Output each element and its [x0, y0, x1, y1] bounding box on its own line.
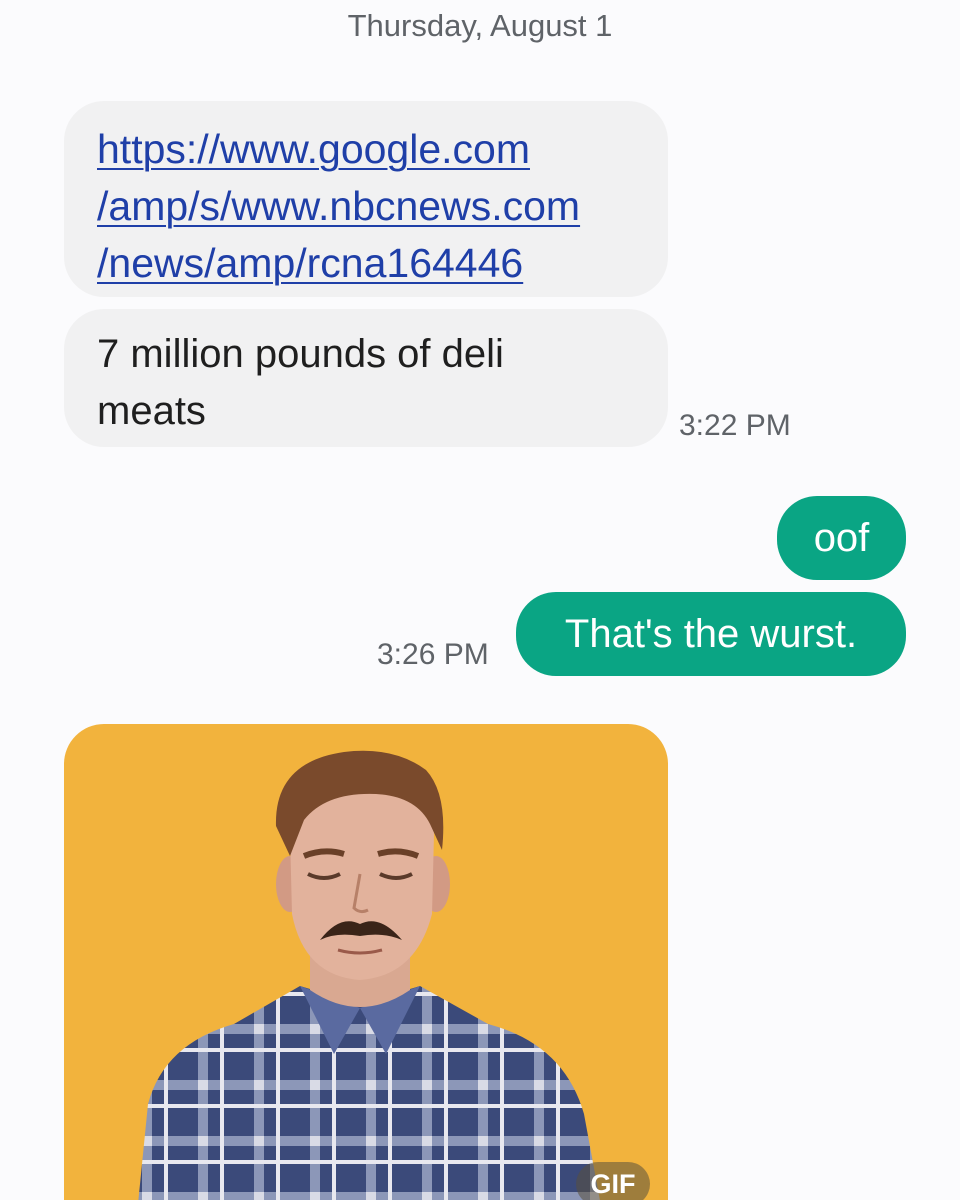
outgoing-timestamp: 3:26 PM: [377, 638, 489, 671]
gif-badge: GIF: [576, 1162, 650, 1200]
message-text-line-2: meats: [97, 389, 206, 433]
outgoing-message-wurst[interactable]: That's the wurst.: [516, 592, 906, 676]
link-line-3[interactable]: /news/amp/rcna164446: [97, 235, 636, 292]
outgoing-message-oof[interactable]: oof: [777, 496, 906, 580]
gif-person-image: [138, 750, 600, 1200]
gif-message[interactable]: [64, 724, 668, 1200]
link-line-2[interactable]: /amp/s/www.nbcnews.com: [97, 178, 636, 235]
incoming-timestamp: 3:22 PM: [679, 409, 791, 442]
date-divider: Thursday, August 1: [347, 8, 613, 43]
link-line-1[interactable]: https://www.google.com: [97, 121, 636, 178]
incoming-link-message[interactable]: https://www.google.com /amp/s/www.nbcnew…: [64, 101, 668, 297]
conversation-thread[interactable]: Thursday, August 1 https://www.google.co…: [0, 0, 960, 1200]
incoming-text-message[interactable]: 7 million pounds of deli meats: [64, 309, 668, 447]
message-text-line-1: 7 million pounds of deli: [97, 332, 504, 376]
